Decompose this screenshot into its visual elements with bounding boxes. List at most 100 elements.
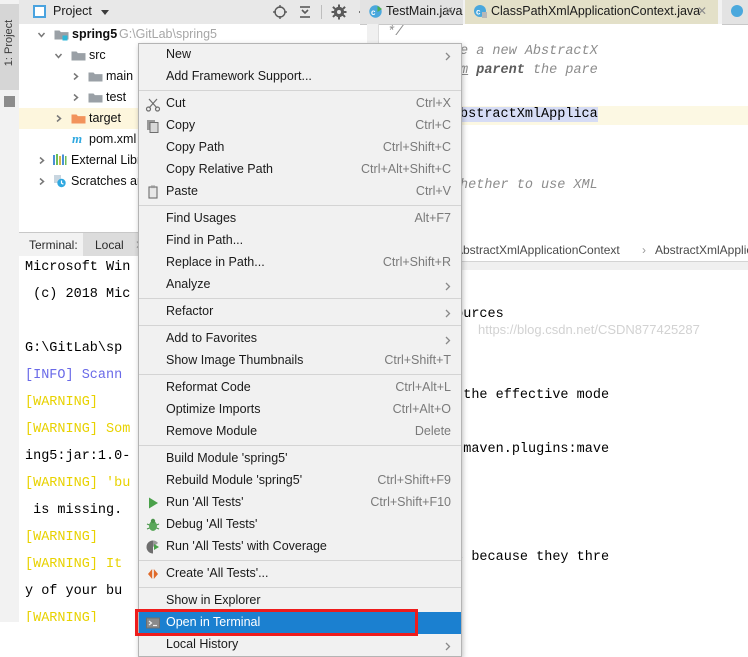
menu-item-copy-relative-path[interactable]: Copy Relative Path Ctrl+Alt+Shift+C	[139, 159, 461, 181]
menu-separator	[139, 587, 461, 588]
project-panel-header: Project	[19, 0, 369, 25]
menu-item-label: Open in Terminal	[166, 615, 261, 629]
menu-item-build-module[interactable]: Build Module 'spring5'	[139, 448, 461, 470]
menu-item-remove-module[interactable]: Remove Module Delete	[139, 421, 461, 443]
terminal-line: [WARNING]	[25, 611, 98, 622]
tab-extra[interactable]	[722, 0, 748, 25]
menu-item-shortcut: Ctrl+Shift+T	[384, 353, 451, 367]
sidebar-tab-project-label: 1: Project	[3, 19, 15, 67]
expand-arrow-down-icon[interactable]	[35, 28, 48, 41]
terminal-line: [WARNING] 'bu	[25, 476, 131, 491]
menu-item-shortcut: Ctrl+Alt+L	[395, 380, 451, 394]
chevron-right-icon	[445, 50, 451, 61]
menu-item-rebuild-module[interactable]: Rebuild Module 'spring5' Ctrl+Shift+F9	[139, 470, 461, 492]
maven-pom-icon: m	[71, 131, 86, 146]
tab-test-main-java[interactable]: c TestMain.java ✕	[360, 0, 463, 25]
menu-item-debug-all-tests[interactable]: Debug 'All Tests'	[139, 514, 461, 536]
menu-item-label: Run 'All Tests' with Coverage	[166, 539, 327, 553]
tree-label: pom.xml	[89, 132, 137, 146]
folder-icon	[88, 91, 103, 104]
menu-item-open-in-terminal[interactable]: Open in Terminal	[135, 609, 461, 636]
breadcrumb-item[interactable]: AbstractXmlApplic	[655, 243, 748, 257]
menu-item-shortcut: Ctrl+C	[415, 118, 451, 132]
menu-item-label: Add Framework Support...	[166, 69, 312, 83]
menu-item-cut[interactable]: Cut Ctrl+X	[139, 93, 461, 115]
menu-item-analyze[interactable]: Analyze	[139, 274, 461, 296]
terminal-line: [WARNING]	[25, 395, 98, 410]
menu-item-label: Refactor	[166, 304, 214, 318]
context-menu[interactable]: New Add Framework Support... Cut Ctrl+X …	[135, 43, 462, 657]
tree-label: main	[106, 69, 134, 83]
expand-arrow-right-icon[interactable]	[52, 112, 65, 125]
settings-gear-icon[interactable]	[331, 4, 347, 20]
terminal-line: [WARNING] It	[25, 557, 123, 572]
debug-bug-icon	[145, 517, 161, 533]
menu-item-shortcut: Ctrl+Alt+O	[392, 402, 451, 416]
menu-item-local-history[interactable]: Local History	[139, 634, 461, 656]
menu-item-shortcut: Delete	[414, 424, 451, 438]
terminal-line: is missing.	[25, 503, 123, 518]
chevron-right-icon	[445, 280, 451, 291]
chevron-down-icon[interactable]	[101, 10, 109, 15]
tree-label: test	[106, 90, 127, 104]
terminal-line: [WARNING] Som	[25, 422, 131, 437]
menu-item-optimize-imports[interactable]: Optimize Imports Ctrl+Alt+O	[139, 399, 461, 421]
menu-item-label: Cut	[166, 96, 186, 110]
menu-item-shortcut: Alt+F7	[414, 211, 451, 225]
menu-item-show-image-thumbnails[interactable]: Show Image Thumbnails Ctrl+Shift+T	[139, 350, 461, 372]
menu-item-label: Run 'All Tests'	[166, 495, 244, 509]
menu-item-label: Reformat Code	[166, 380, 251, 394]
terminal-line: [WARNING]	[25, 530, 98, 545]
expand-arrow-right-icon[interactable]	[35, 154, 48, 167]
close-icon[interactable]: ✕	[697, 4, 707, 18]
chevron-right-icon: ›	[642, 243, 646, 257]
menu-item-label: Paste	[166, 184, 198, 198]
expand-arrow-right-icon[interactable]	[69, 91, 82, 104]
tree-label: target	[89, 111, 121, 125]
svg-text:c: c	[476, 8, 481, 17]
menu-item-paste[interactable]: Paste Ctrl+V	[139, 181, 461, 203]
menu-item-reformat-code[interactable]: Reformat Code Ctrl+Alt+L	[139, 377, 461, 399]
sidebar-tab-project[interactable]: 1: Project	[0, 4, 19, 90]
menu-item-new[interactable]: New	[139, 44, 461, 66]
menu-separator	[139, 205, 461, 206]
tab-label: ClassPathXmlApplicationContext.java	[491, 4, 701, 18]
menu-item-label: Show Image Thumbnails	[166, 353, 304, 367]
expand-arrow-right-icon[interactable]	[69, 70, 82, 83]
collapse-all-icon[interactable]	[297, 4, 313, 20]
menu-item-find-usages[interactable]: Find Usages Alt+F7	[139, 208, 461, 230]
left-tool-strip: 1: Project	[0, 0, 20, 622]
tab-classpathxmlapplicationcontext-java[interactable]: c ClassPathXmlApplicationContext.java ✕	[465, 0, 718, 24]
menu-item-replace-in-path[interactable]: Replace in Path... Ctrl+Shift+R	[139, 252, 461, 274]
menu-item-show-in-explorer[interactable]: Show in Explorer	[139, 590, 461, 612]
menu-separator	[139, 445, 461, 446]
terminal-label: Terminal:	[29, 238, 78, 252]
menu-item-copy-path[interactable]: Copy Path Ctrl+Shift+C	[139, 137, 461, 159]
menu-item-create-all-tests[interactable]: Create 'All Tests'...	[139, 563, 461, 585]
close-icon[interactable]: ✕	[444, 4, 454, 18]
scratches-icon	[52, 174, 67, 188]
ide-window: 1: Project Project spring5 G:\GitLab\spr…	[0, 0, 748, 657]
menu-separator	[139, 298, 461, 299]
expand-arrow-down-icon[interactable]	[52, 49, 65, 62]
breadcrumb-item[interactable]: AbstractXmlApplicationContext	[455, 243, 620, 257]
tree-row-spring5[interactable]: spring5 G:\GitLab\spring5	[19, 24, 367, 45]
locate-icon[interactable]	[272, 4, 288, 20]
menu-item-refactor[interactable]: Refactor	[139, 301, 461, 323]
menu-item-copy[interactable]: Copy Ctrl+C	[139, 115, 461, 137]
menu-item-shortcut: Ctrl+Shift+F9	[377, 473, 451, 487]
chevron-right-icon	[445, 334, 451, 345]
expand-arrow-right-icon[interactable]	[35, 175, 48, 188]
menu-item-run-all-tests-with-coverage[interactable]: Run 'All Tests' with Coverage	[139, 536, 461, 558]
clipboard-icon	[145, 184, 161, 200]
menu-item-add-framework-support[interactable]: Add Framework Support...	[139, 66, 461, 88]
menu-item-label: Analyze	[166, 277, 211, 291]
menu-item-add-to-favorites[interactable]: Add to Favorites	[139, 328, 461, 350]
libraries-icon	[52, 153, 67, 166]
menu-item-label: Find Usages	[166, 211, 237, 225]
coverage-icon	[145, 539, 161, 555]
menu-item-find-in-path[interactable]: Find in Path...	[139, 230, 461, 252]
menu-item-run-all-tests[interactable]: Run 'All Tests' Ctrl+Shift+F10	[139, 492, 461, 514]
terminal-line: (c) 2018 Mic	[25, 287, 131, 302]
tree-label: spring5	[72, 27, 118, 41]
